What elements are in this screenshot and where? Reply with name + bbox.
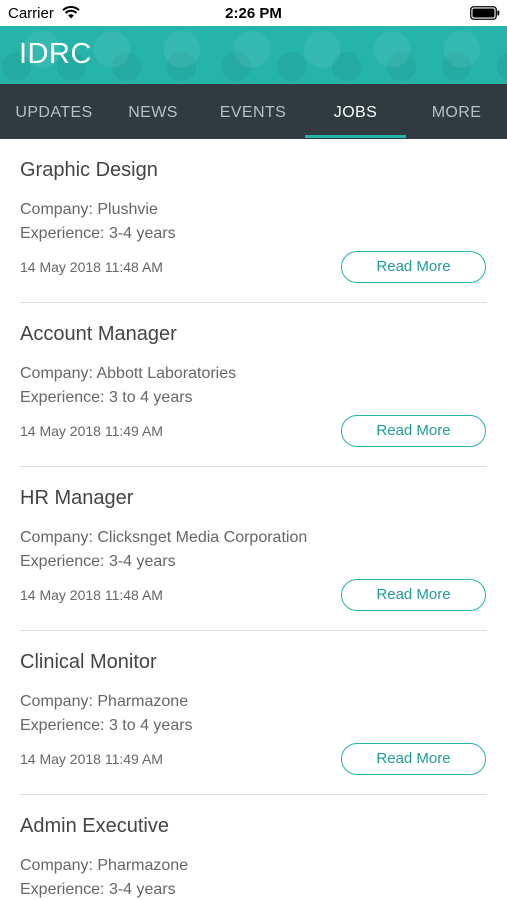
job-date: 14 May 2018 11:49 AM (20, 423, 163, 439)
job-company: Company: Pharmazone (20, 693, 189, 710)
job-title: Graphic Design (20, 159, 158, 181)
read-more-button[interactable]: Read More (341, 415, 486, 447)
tab-more[interactable]: MORE (406, 84, 507, 139)
job-title: Admin Executive (20, 815, 169, 837)
tab-bar: UPDATES NEWS EVENTS JOBS MORE (0, 84, 507, 139)
app-title: IDRC (19, 38, 92, 70)
tab-jobs[interactable]: JOBS (305, 84, 406, 139)
job-card[interactable]: Admin Executive Company: Pharmazone Expe… (0, 795, 507, 900)
job-title: Clinical Monitor (20, 651, 157, 673)
job-title: HR Manager (20, 487, 134, 509)
read-more-button[interactable]: Read More (341, 579, 486, 611)
app-header: IDRC (0, 26, 507, 84)
tab-news[interactable]: NEWS (108, 84, 198, 139)
job-company: Company: Plushvie (20, 201, 158, 218)
job-company: Company: Clicksnget Media Corporation (20, 529, 308, 546)
job-date: 14 May 2018 11:49 AM (20, 751, 163, 767)
job-date: 14 May 2018 11:48 AM (20, 259, 163, 275)
read-more-button[interactable]: Read More (341, 743, 486, 775)
job-date: 14 May 2018 11:48 AM (20, 587, 163, 603)
job-company: Company: Abbott Laboratories (20, 365, 237, 382)
job-experience: Experience: 3 to 4 years (20, 389, 193, 406)
status-bar: Carrier 2:26 PM (0, 0, 507, 26)
job-title: Account Manager (20, 323, 177, 345)
job-card[interactable]: HR Manager Company: Clicksnget Media Cor… (0, 467, 507, 631)
tab-events[interactable]: EVENTS (198, 84, 308, 139)
job-card[interactable]: Graphic Design Company: Plushvie Experie… (0, 139, 507, 303)
read-more-button[interactable]: Read More (341, 251, 486, 283)
job-company: Company: Pharmazone (20, 857, 189, 874)
job-experience: Experience: 3-4 years (20, 553, 176, 570)
status-time: 2:26 PM (225, 5, 282, 22)
tab-updates[interactable]: UPDATES (0, 84, 108, 139)
job-experience: Experience: 3-4 years (20, 881, 176, 898)
job-card[interactable]: Clinical Monitor Company: Pharmazone Exp… (0, 631, 507, 795)
job-experience: Experience: 3 to 4 years (20, 717, 193, 734)
battery-icon (470, 6, 500, 20)
job-experience: Experience: 3-4 years (20, 225, 176, 242)
active-tab-indicator (305, 135, 406, 138)
job-card[interactable]: Account Manager Company: Abbott Laborato… (0, 303, 507, 467)
